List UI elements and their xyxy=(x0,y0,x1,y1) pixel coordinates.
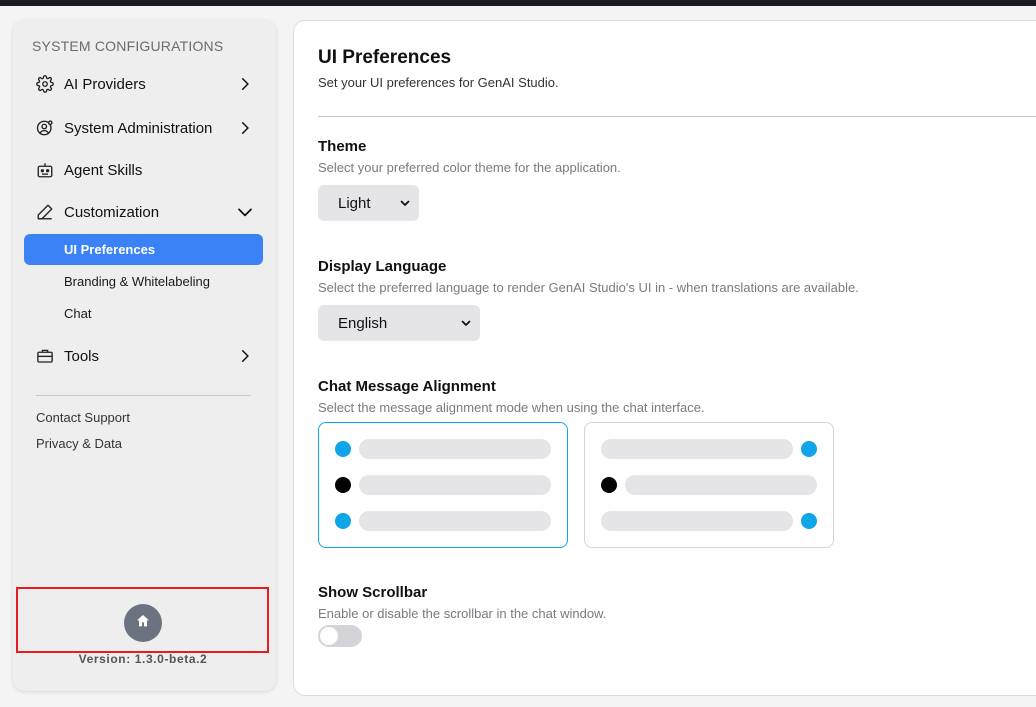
message-bar xyxy=(625,475,817,495)
message-dot xyxy=(801,513,817,529)
pencil-icon xyxy=(35,202,55,222)
robot-icon xyxy=(35,160,55,180)
toggle-knob xyxy=(320,627,338,645)
chevron-right-icon xyxy=(235,118,255,138)
theme-description: Select your preferred color theme for th… xyxy=(318,160,621,175)
alignment-description: Select the message alignment mode when u… xyxy=(318,400,705,415)
alignment-option-split[interactable] xyxy=(584,422,834,548)
sidebar-subitem-ui-preferences[interactable]: UI Preferences xyxy=(24,234,263,265)
chevron-down-icon xyxy=(399,196,411,213)
chevron-down-icon xyxy=(460,316,472,333)
sidebar-item-customization[interactable]: Customization xyxy=(35,197,255,227)
message-dot xyxy=(801,441,817,457)
language-title: Display Language xyxy=(318,258,447,275)
language-select-value: English xyxy=(338,314,388,332)
language-select[interactable]: English xyxy=(318,305,480,341)
theme-title: Theme xyxy=(318,138,367,155)
contact-support-link[interactable]: Contact Support xyxy=(36,410,130,425)
sidebar-item-label: Customization xyxy=(64,203,160,221)
sidebar-item-label: System Administration xyxy=(64,119,213,137)
privacy-data-link[interactable]: Privacy & Data xyxy=(36,436,122,451)
sidebar-divider xyxy=(36,395,251,396)
sidebar-item-system-administration[interactable]: System Administration xyxy=(35,113,255,143)
ui-preferences-panel: UI Preferences Set your UI preferences f… xyxy=(293,20,1036,696)
version-label: Version: 1.3.0-beta.2 xyxy=(78,652,208,666)
message-bar xyxy=(359,511,551,531)
sidebar-item-ai-providers[interactable]: AI Providers xyxy=(35,69,255,99)
sidebar-item-tools[interactable]: Tools xyxy=(35,341,255,371)
section-divider xyxy=(318,116,1036,117)
alignment-title: Chat Message Alignment xyxy=(318,378,496,395)
briefcase-icon xyxy=(35,346,55,366)
settings-sidebar: SYSTEM CONFIGURATIONS AI Providers Syste… xyxy=(13,20,276,691)
sidebar-subitem-branding[interactable]: Branding & Whitelabeling xyxy=(24,266,263,297)
home-icon xyxy=(135,613,151,634)
alignment-option-left[interactable] xyxy=(318,422,568,548)
language-description: Select the preferred language to render … xyxy=(318,280,859,295)
gear-icon xyxy=(35,74,55,94)
sidebar-item-label: Agent Skills xyxy=(64,161,143,179)
message-dot xyxy=(335,513,351,529)
message-bar xyxy=(601,511,793,531)
sidebar-item-label: Tools xyxy=(64,347,100,365)
page-subtitle: Set your UI preferences for GenAI Studio… xyxy=(318,75,559,90)
scrollbar-title: Show Scrollbar xyxy=(318,584,428,601)
home-button[interactable] xyxy=(124,604,162,642)
chevron-down-icon xyxy=(235,202,255,222)
scrollbar-toggle[interactable] xyxy=(318,625,362,647)
page-title: UI Preferences xyxy=(318,47,452,68)
scrollbar-description: Enable or disable the scrollbar in the c… xyxy=(318,606,607,621)
theme-select-value: Light xyxy=(338,194,371,212)
user-cog-icon xyxy=(35,118,55,138)
message-bar xyxy=(359,439,551,459)
chevron-right-icon xyxy=(235,74,255,94)
chevron-right-icon xyxy=(235,346,255,366)
sidebar-subitem-chat[interactable]: Chat xyxy=(24,298,263,329)
sidebar-heading: SYSTEM CONFIGURATIONS xyxy=(32,38,224,54)
message-dot xyxy=(335,477,351,493)
message-dot xyxy=(601,477,617,493)
message-dot xyxy=(335,441,351,457)
theme-select[interactable]: Light xyxy=(318,185,419,221)
sidebar-item-agent-skills[interactable]: Agent Skills xyxy=(35,155,255,185)
message-bar xyxy=(359,475,551,495)
message-bar xyxy=(601,439,793,459)
sidebar-item-label: AI Providers xyxy=(64,75,146,93)
window-top-bar xyxy=(0,0,1036,6)
